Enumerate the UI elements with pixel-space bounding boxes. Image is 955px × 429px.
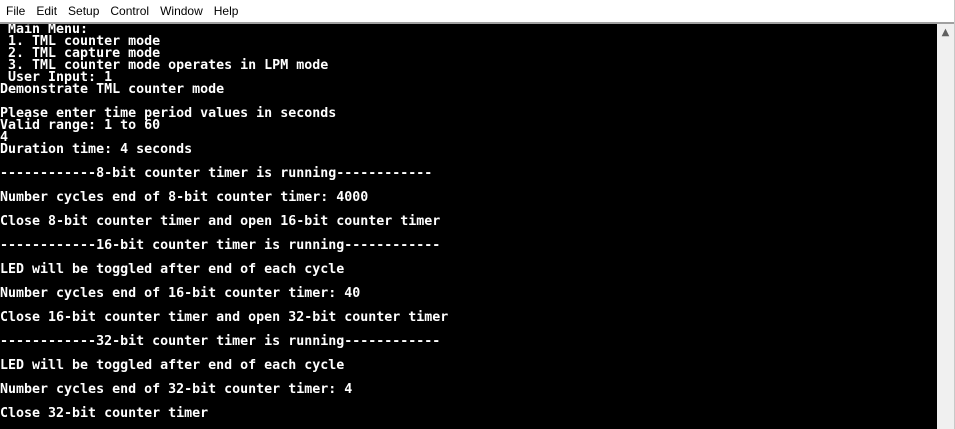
menu-window[interactable]: Window <box>154 4 208 18</box>
scroll-up-arrow-icon[interactable]: ▲ <box>937 24 954 41</box>
terminal-line: Number cycles end of 16-bit counter time… <box>0 286 361 301</box>
terminal-line: ------------32-bit counter timer is runn… <box>0 334 441 349</box>
terminal-line: Close 32-bit counter timer <box>0 406 209 421</box>
terminal-line: LED will be toggled after end of each cy… <box>0 358 345 373</box>
terminal-lines: Main Menu: 1. TML counter mode 2. TML ca… <box>0 24 937 420</box>
terminal-line: Valid range: 1 to 60 <box>0 118 161 133</box>
menu-help[interactable]: Help <box>208 4 244 18</box>
terminal-line: Duration time: 4 seconds <box>0 142 193 157</box>
terminal-line: Demonstrate TML counter mode <box>0 82 225 97</box>
terminal-line: ------------8-bit counter timer is runni… <box>0 166 433 181</box>
terminal-line: Number cycles end of 32-bit counter time… <box>0 382 353 397</box>
terminal-line: ------------16-bit counter timer is runn… <box>0 238 441 253</box>
terminal-line: LED will be toggled after end of each cy… <box>0 262 345 277</box>
menu-bar: File Edit Setup Control Window Help <box>0 0 955 22</box>
terminal-output[interactable]: Main Menu: 1. TML counter mode 2. TML ca… <box>0 24 937 429</box>
vertical-scrollbar[interactable]: ▲ <box>937 24 954 429</box>
terminal-line: 3. TML counter mode operates in LPM mode <box>0 58 329 73</box>
menu-file[interactable]: File <box>0 4 30 18</box>
menu-control[interactable]: Control <box>104 4 154 18</box>
terminal-line: Close 8-bit counter timer and open 16-bi… <box>0 214 441 229</box>
terminal-line: Number cycles end of 8-bit counter timer… <box>0 190 369 205</box>
terminal-line: Close 16-bit counter timer and open 32-b… <box>0 310 449 325</box>
menu-setup[interactable]: Setup <box>62 4 104 18</box>
menu-edit[interactable]: Edit <box>30 4 62 18</box>
